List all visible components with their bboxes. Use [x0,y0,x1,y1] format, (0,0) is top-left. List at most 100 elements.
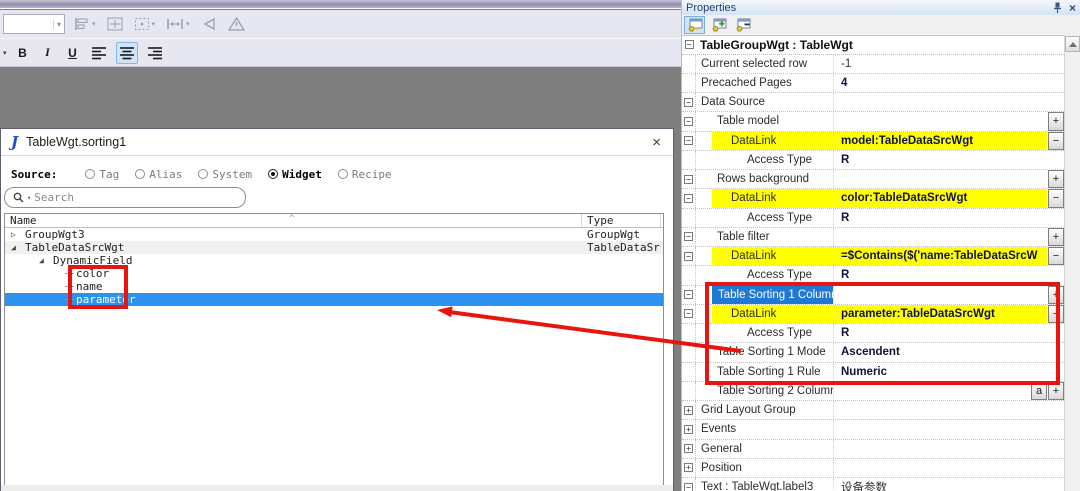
property-value[interactable]: 设备参数 [834,478,1064,491]
property-value[interactable]: Ascendent [834,343,1064,361]
property-value[interactable]: model:TableDataSrcWgt [834,131,1047,150]
fit-to-window-icon[interactable] [105,13,125,35]
property-value[interactable]: -1 [834,55,1064,73]
dialog-close-button[interactable]: × [652,134,661,151]
tree-header-type[interactable]: Type [582,214,661,227]
property-value[interactable]: 4 [834,74,1064,92]
align-objects-icon[interactable]: ▾ [72,13,98,35]
collapse-icon[interactable]: − [684,97,693,107]
tree-header[interactable]: Name Type ^ [5,214,663,228]
add-button[interactable]: + [1048,381,1064,400]
property-row[interactable]: Current selected row -1 [682,54,1064,74]
style-combo[interactable]: ▾ [3,14,65,34]
collapse-icon[interactable]: − [684,482,693,491]
remove-button[interactable]: − [1048,189,1064,208]
property-row[interactable]: Table Sorting 1 Rule Numeric [682,362,1064,382]
align-text-right-button[interactable] [145,42,165,64]
property-value[interactable]: color:TableDataSrcWgt [834,189,1047,208]
property-value[interactable]: parameter:TableDataSrcWgt [834,304,1047,323]
underline-button[interactable]: U [64,42,82,64]
property-value[interactable]: R [834,266,1064,284]
align-text-left-button[interactable] [89,42,109,64]
source-radio-alias[interactable]: Alias [135,168,182,181]
tree-expanded-icon[interactable]: ◢ [39,254,49,267]
tree-row[interactable]: parameter [5,293,663,306]
chevron-down-icon[interactable]: ▾ [186,20,190,28]
scroll-up-button[interactable] [1065,36,1080,52]
add-button[interactable]: + [1048,285,1064,304]
chevron-down-icon[interactable]: ▾ [152,20,156,28]
style-combo-input[interactable] [4,16,53,32]
property-value[interactable]: Numeric [834,363,1064,381]
property-row[interactable]: − DataLink model:TableDataSrcWgt − [682,131,1064,151]
text-color-dropdown-icon[interactable]: ▾ [3,49,7,57]
tree-row[interactable]: ◢ DynamicField [5,254,663,267]
property-row[interactable]: Access Type R [682,266,1064,286]
scrollbar[interactable] [1064,35,1080,491]
source-radio-tag[interactable]: Tag [85,168,119,181]
property-row[interactable]: − Data Source [682,93,1064,113]
property-row[interactable]: Access Type R [682,150,1064,170]
property-row[interactable]: Table Sorting 1 Mode Ascendent [682,343,1064,363]
collapse-icon[interactable]: − [684,251,693,261]
collapse-icon[interactable]: − [684,136,693,146]
expand-icon[interactable]: + [684,463,693,473]
property-row[interactable]: + Position [682,458,1064,478]
expand-icon[interactable]: + [684,444,693,454]
collapse-icon[interactable]: − [684,232,693,242]
property-row[interactable]: Access Type R [682,208,1064,228]
chevron-down-icon[interactable]: ▾ [92,20,96,28]
property-page-add-icon[interactable] [708,16,729,34]
tree-row[interactable]: ◢ TableDataSrcWgt TableDataSrcWgt [5,241,663,254]
property-grid-header[interactable]: − TableGroupWgt : TableWgt [682,36,1064,55]
selection-area-icon[interactable]: ▾ [132,13,158,35]
tree-collapsed-icon[interactable]: ▷ [11,228,21,241]
property-value[interactable]: =$Contains($('name:TableDataSrcW [834,247,1047,266]
property-row[interactable]: + General [682,439,1064,459]
property-row[interactable]: − DataLink =$Contains($('name:TableDataSrc… [682,247,1064,267]
chevron-down-icon[interactable]: ▾ [27,194,31,202]
property-row[interactable]: − Table model + [682,112,1064,132]
add-button[interactable]: + [1048,112,1064,131]
property-row[interactable]: − Table filter + [682,227,1064,247]
property-row[interactable]: Table Sorting 2 Column a + [682,381,1064,401]
collapse-icon[interactable]: − [684,40,694,50]
tree-row[interactable]: ▷ GroupWgt3 GroupWgt [5,228,663,241]
italic-button[interactable]: I [39,42,57,64]
collapse-icon[interactable]: − [684,174,693,184]
remove-button[interactable]: − [1048,247,1064,266]
property-value[interactable]: R [834,324,1064,342]
property-value[interactable]: R [834,209,1064,227]
chevron-down-icon[interactable]: ▾ [52,19,64,29]
property-row[interactable]: Precached Pages 4 [682,73,1064,93]
property-row[interactable]: + Events [682,420,1064,440]
add-button[interactable]: + [1048,227,1064,246]
property-page-icon[interactable] [684,16,705,34]
property-row[interactable]: − DataLink color:TableDataSrcWgt − [682,189,1064,209]
bold-button[interactable]: B [14,42,32,64]
property-row[interactable]: − Rows background + [682,170,1064,190]
pin-icon[interactable] [1053,2,1062,13]
tree-row[interactable]: name [5,280,663,293]
tree-expanded-icon[interactable]: ◢ [11,241,21,254]
a-button[interactable]: a [1031,381,1047,400]
expand-icon[interactable]: + [684,405,693,415]
collapse-icon[interactable]: − [684,116,693,126]
close-icon[interactable]: × [1069,1,1076,15]
property-row[interactable]: − Table Sorting 1 Column + [682,285,1064,305]
expand-icon[interactable]: + [684,424,693,434]
collapse-icon[interactable]: − [684,193,693,203]
horizontal-spacing-icon[interactable]: ▾ [164,13,192,35]
source-radio-widget[interactable]: Widget [268,168,322,181]
flip-shape-icon[interactable] [199,13,219,35]
align-text-center-button[interactable] [115,41,138,64]
property-page-remove-icon[interactable] [732,16,753,34]
remove-button[interactable]: − [1048,304,1064,323]
property-row[interactable]: Access Type R [682,324,1064,344]
add-button[interactable]: + [1048,170,1064,189]
property-value[interactable]: R [834,151,1064,169]
collapse-icon[interactable]: − [684,290,693,300]
source-radio-recipe[interactable]: Recipe [337,168,392,181]
property-row[interactable]: − DataLink parameter:TableDataSrcWgt − [682,304,1064,324]
collapse-icon[interactable]: − [684,309,693,319]
